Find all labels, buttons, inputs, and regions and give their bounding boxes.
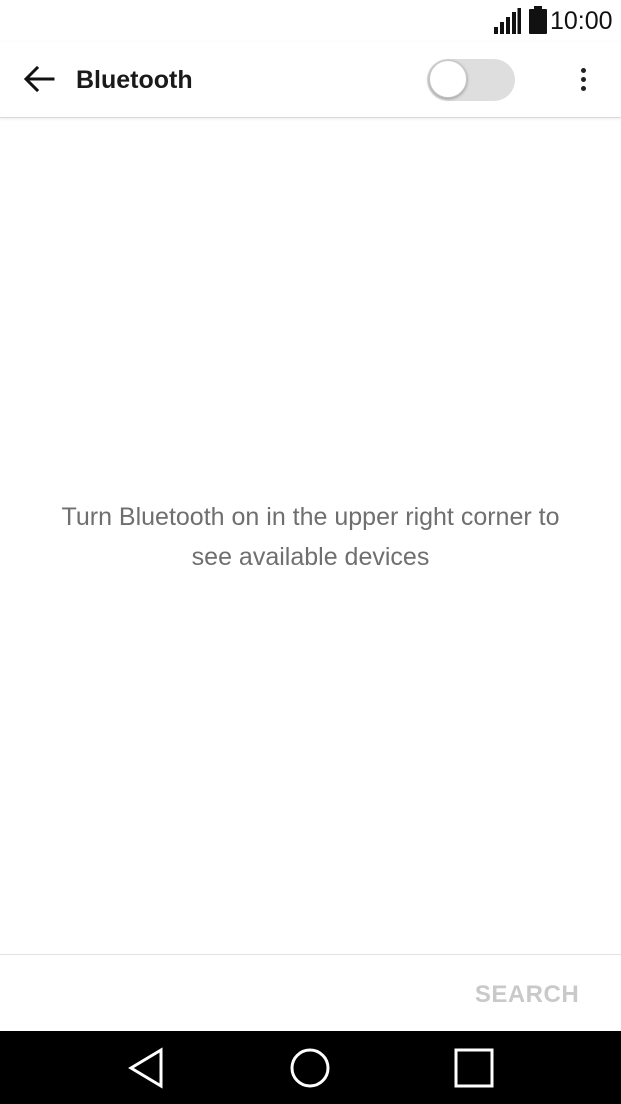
toggle-thumb: [429, 60, 467, 98]
empty-state-line-1: Turn Bluetooth on in the upper right cor…: [61, 503, 560, 531]
back-button[interactable]: [12, 52, 66, 106]
nav-home-button[interactable]: [280, 1043, 340, 1093]
nav-back-button[interactable]: [116, 1043, 176, 1093]
status-bar: 10:00: [0, 0, 621, 42]
nav-recents-button[interactable]: [444, 1043, 504, 1093]
empty-state-line-2: see available devices: [191, 543, 430, 571]
search-button[interactable]: SEARCH: [462, 970, 592, 1020]
clock: 10:00: [550, 7, 613, 35]
signal-icon: [494, 8, 521, 34]
arrow-left-icon: [23, 65, 55, 93]
app-bar: Bluetooth: [0, 42, 621, 118]
empty-state-message: Turn Bluetooth on in the upper right cor…: [20, 497, 601, 577]
bluetooth-settings-screen: 10:00 Bluetooth Turn Bluetooth on in the…: [0, 0, 621, 1104]
nav-back-icon: [128, 1047, 163, 1089]
nav-recents-icon: [454, 1048, 494, 1088]
nav-home-icon: [290, 1048, 330, 1088]
navigation-bar: [0, 1031, 621, 1104]
page-title: Bluetooth: [76, 66, 193, 94]
bottom-divider: [0, 954, 621, 955]
more-vert-icon: [580, 64, 586, 95]
battery-icon: [529, 6, 547, 34]
more-options-button[interactable]: [560, 54, 606, 104]
bluetooth-toggle[interactable]: [425, 58, 517, 102]
